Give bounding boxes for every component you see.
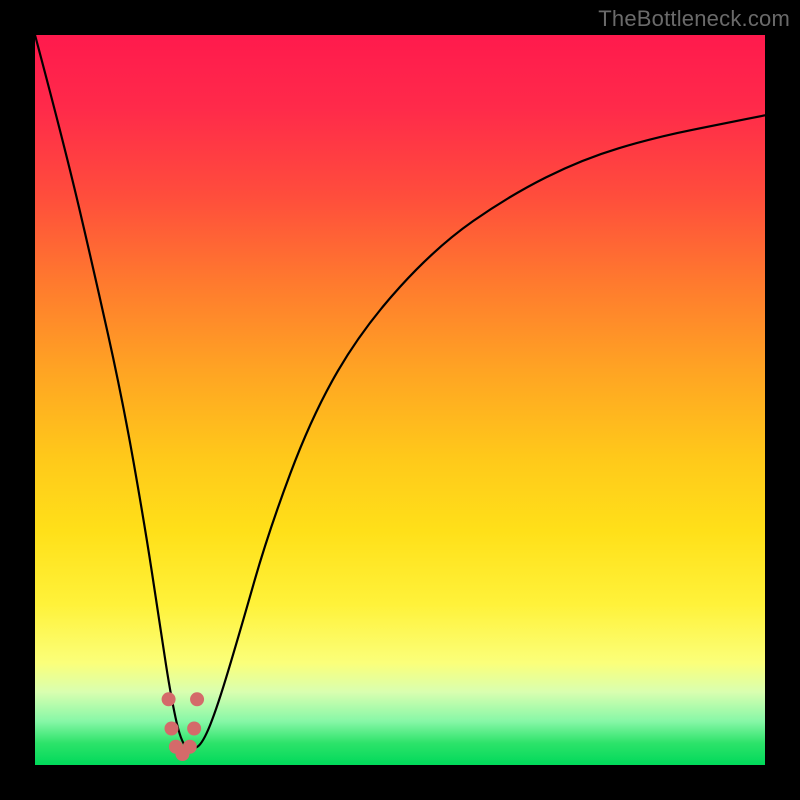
curve-marker (183, 740, 197, 754)
plot-area (35, 35, 765, 765)
watermark-text: TheBottleneck.com (598, 6, 790, 32)
curve-marker (190, 692, 204, 706)
curve-markers (162, 692, 204, 761)
curve-marker (162, 692, 176, 706)
chart-frame: TheBottleneck.com (0, 0, 800, 800)
curve-marker (187, 722, 201, 736)
curve-svg (35, 35, 765, 765)
bottleneck-curve (35, 35, 765, 749)
curve-marker (165, 722, 179, 736)
